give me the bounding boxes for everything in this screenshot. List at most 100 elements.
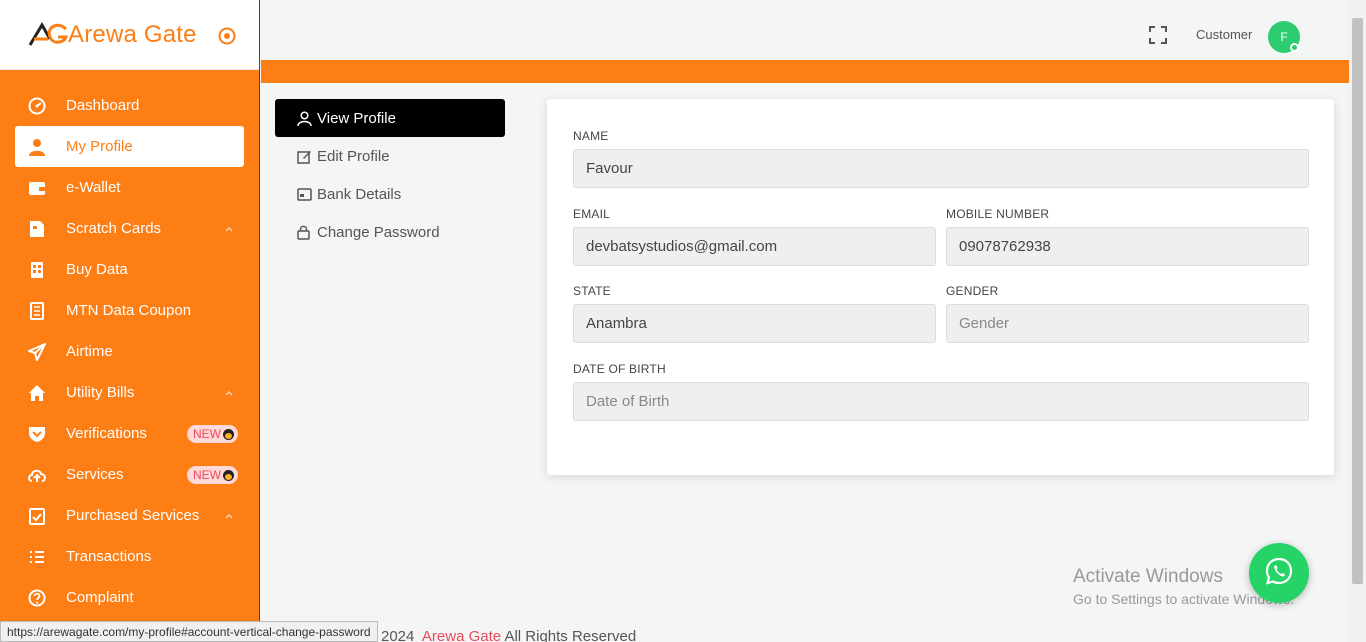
dob-field-group: DATE OF BIRTH (573, 362, 1309, 421)
avatar[interactable]: F (1268, 21, 1300, 53)
dob-label: DATE OF BIRTH (573, 362, 666, 376)
sidebar-item-complaint[interactable]: Complaint (15, 577, 244, 618)
emoji-icon (223, 469, 234, 481)
tab-view-profile[interactable]: View Profile (275, 99, 505, 137)
chevron-up-icon (224, 509, 234, 519)
new-badge: NEW (187, 466, 238, 484)
sidebar-item-label: Services (66, 466, 124, 483)
sidebar-item-label: Purchased Services (66, 507, 200, 524)
state-field-group: STATE (573, 284, 936, 343)
name-input[interactable] (573, 149, 1309, 188)
sidebar-item-dashboard[interactable]: Dashboard (15, 85, 244, 126)
dashboard-icon (27, 96, 47, 116)
sidebar-item-label: Buy Data (66, 261, 128, 278)
edit-icon (297, 149, 312, 164)
sidebar-item-label: e-Wallet (66, 179, 121, 196)
sidebar-item-my-profile[interactable]: My Profile (15, 126, 244, 167)
user-role: Customer (1196, 27, 1253, 42)
footer: 2024 Arewa Gate All Rights Reserved (381, 628, 636, 642)
user-icon (27, 137, 47, 157)
top-bar: Customer F (261, 0, 1350, 60)
tab-edit-profile[interactable]: Edit Profile (275, 137, 505, 175)
user-icon (297, 110, 312, 126)
id-card-icon (297, 187, 312, 202)
dob-input[interactable] (573, 382, 1309, 421)
card-icon (27, 219, 47, 239)
shield-icon (27, 424, 47, 444)
brand-name: Arewa Gate (68, 20, 197, 48)
lock-icon (297, 225, 312, 240)
tab-label: Edit Profile (317, 147, 390, 165)
online-status-dot (1290, 43, 1299, 52)
browser-status-url: https://arewagate.com/my-profile#account… (0, 621, 378, 642)
profile-tabs: View Profile Edit Profile Bank Details C… (275, 99, 505, 251)
fullscreen-icon[interactable] (1149, 26, 1167, 44)
scrollbar-thumb[interactable] (1352, 18, 1363, 584)
sidebar-item-label: Airtime (66, 343, 113, 360)
help-icon (27, 588, 47, 608)
whatsapp-chat-button[interactable] (1249, 543, 1309, 603)
sidebar-item-mtn-data-coupon[interactable]: MTN Data Coupon (15, 290, 244, 331)
sidebar-toggle-icon[interactable] (217, 26, 237, 46)
whatsapp-icon (1264, 556, 1294, 591)
footer-brand-link[interactable]: Arewa Gate (422, 628, 501, 642)
brand-header: Arewa Gate (0, 0, 259, 70)
emoji-icon (223, 428, 234, 440)
sidebar-item-e-wallet[interactable]: e-Wallet (15, 167, 244, 208)
email-field-group: EMAIL (573, 207, 936, 266)
sidebar-item-label: Transactions (66, 548, 152, 565)
header-accent-bar (261, 60, 1349, 83)
state-label: STATE (573, 284, 611, 298)
footer-rights: All Rights Reserved (504, 628, 637, 642)
profile-card: NAME EMAIL MOBILE NUMBER STATE GENDER DA… (547, 99, 1334, 475)
chevron-up-icon (224, 222, 234, 232)
sidebar-item-label: Dashboard (66, 97, 140, 114)
mobile-field-group: MOBILE NUMBER (946, 207, 1309, 266)
sidebar-item-label: Verifications (66, 425, 147, 442)
mobile-label: MOBILE NUMBER (946, 207, 1050, 221)
cloud-upload-icon (27, 465, 47, 485)
coupon-icon (27, 301, 47, 321)
sidebar-item-label: My Profile (66, 138, 133, 155)
logo-icon (28, 21, 70, 49)
clipboard-check-icon (27, 506, 47, 526)
name-field-group: NAME (573, 129, 1309, 188)
sidebar-item-scratch-cards[interactable]: Scratch Cards (15, 208, 244, 249)
email-label: EMAIL (573, 207, 611, 221)
tab-label: Change Password (317, 223, 440, 241)
chevron-up-icon (224, 386, 234, 396)
home-icon (27, 383, 47, 403)
tab-change-password[interactable]: Change Password (275, 213, 505, 251)
sidebar-item-label: Complaint (66, 589, 134, 606)
sidebar-item-airtime[interactable]: Airtime (15, 331, 244, 372)
gender-input[interactable] (946, 304, 1309, 343)
sidebar-item-label: MTN Data Coupon (66, 302, 192, 319)
sidebar-item-buy-data[interactable]: Buy Data (15, 249, 244, 290)
gender-label: GENDER (946, 284, 999, 298)
sidebar-item-label: Utility Bills (66, 384, 135, 401)
data-icon (27, 260, 47, 280)
sidebar-item-transactions[interactable]: Transactions (15, 536, 244, 577)
sidebar-item-verifications[interactable]: Verifications NEW (15, 413, 244, 454)
gender-field-group: GENDER (946, 284, 1309, 343)
sidebar-item-utility-bills[interactable]: Utility Bills (15, 372, 244, 413)
wallet-icon (27, 178, 47, 198)
send-icon (27, 342, 47, 362)
sidebar: Arewa Gate Dashboard My Profile e-Wallet… (0, 0, 260, 642)
new-badge: NEW (187, 425, 238, 443)
avatar-initial: F (1280, 30, 1288, 44)
sidebar-item-services[interactable]: Services NEW (15, 454, 244, 495)
sidebar-item-purchased-services[interactable]: Purchased Services (15, 495, 244, 536)
list-icon (27, 547, 47, 567)
sidebar-item-label: Scratch Cards (66, 220, 162, 237)
sidebar-menu: Dashboard My Profile e-Wallet Scratch Ca… (0, 70, 259, 618)
name-label: NAME (573, 129, 609, 143)
state-input[interactable] (573, 304, 936, 343)
tab-bank-details[interactable]: Bank Details (275, 175, 505, 213)
mobile-input[interactable] (946, 227, 1309, 266)
tab-label: View Profile (317, 109, 396, 127)
email-input[interactable] (573, 227, 936, 266)
tab-label: Bank Details (317, 185, 402, 203)
page-scrollbar[interactable] (1349, 0, 1366, 642)
footer-year: 2024 (381, 628, 415, 642)
